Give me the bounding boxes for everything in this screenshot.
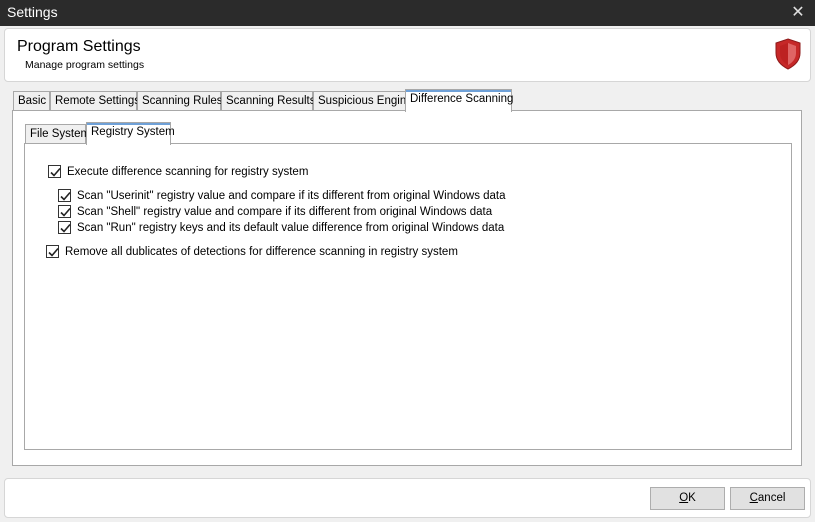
run-label: Scan "Run" registry keys and its default… [77, 221, 505, 234]
page-subtitle: Manage program settings [25, 59, 145, 71]
ok-button[interactable]: OK [650, 487, 725, 510]
cancel-button[interactable]: Cancel [730, 487, 805, 510]
dublicates-checkbox[interactable]: Remove all dublicates of detections for … [46, 245, 458, 258]
tab-scanning-rules[interactable]: Scanning Rules [137, 91, 223, 111]
ok-mnemonic: O [679, 492, 689, 504]
execute-checkbox[interactable]: Execute difference scanning for registry… [48, 165, 308, 178]
checkmark-icon [60, 191, 71, 201]
close-icon[interactable]: ✕ [790, 3, 806, 21]
window-title: Settings [7, 4, 58, 20]
tab-scanning-results[interactable]: Scanning Results [221, 91, 316, 111]
shell-label: Scan "Shell" registry value and compare … [77, 205, 493, 218]
footer-panel: OK Cancel [4, 478, 811, 518]
tab-basic[interactable]: Basic [13, 91, 50, 111]
subtab-file-system[interactable]: File System [25, 124, 90, 144]
page-title: Program Settings [17, 38, 141, 55]
checkmark-icon [48, 247, 59, 257]
userinit-label: Scan "Userinit" registry value and compa… [77, 189, 506, 202]
checkbox-box[interactable] [58, 221, 71, 234]
userinit-checkbox[interactable]: Scan "Userinit" registry value and compa… [58, 189, 506, 202]
checkbox-box[interactable] [58, 189, 71, 202]
checkbox-box[interactable] [48, 165, 61, 178]
cancel-mnemonic: C [749, 492, 758, 504]
execute-label: Execute difference scanning for registry… [67, 165, 309, 178]
run-checkbox[interactable]: Scan "Run" registry keys and its default… [58, 221, 504, 234]
checkmark-icon [60, 207, 71, 217]
ok-label-rest: K [688, 492, 696, 504]
checkbox-box[interactable] [46, 245, 59, 258]
header-panel: Program Settings Manage program settings [4, 28, 811, 82]
checkbox-box[interactable] [58, 205, 71, 218]
difference-scanning-panel: File System Registry System Execute diff… [12, 110, 802, 466]
shield-icon [775, 38, 801, 70]
checkmark-icon [50, 167, 61, 177]
tab-difference-scanning[interactable]: Difference Scanning [405, 89, 513, 112]
tab-suspicious-engine[interactable]: Suspicious Engine [313, 91, 413, 111]
subtab-registry-system[interactable]: Registry System [86, 122, 175, 145]
registry-system-panel: Execute difference scanning for registry… [24, 143, 792, 450]
title-bar: Settings ✕ [0, 0, 815, 26]
shell-checkbox[interactable]: Scan "Shell" registry value and compare … [58, 205, 492, 218]
checkmark-icon [60, 223, 71, 233]
dublicates-label: Remove all dublicates of detections for … [65, 245, 458, 258]
tab-remote-settings[interactable]: Remote Settings [50, 91, 140, 111]
cancel-label-rest: ancel [757, 492, 786, 504]
